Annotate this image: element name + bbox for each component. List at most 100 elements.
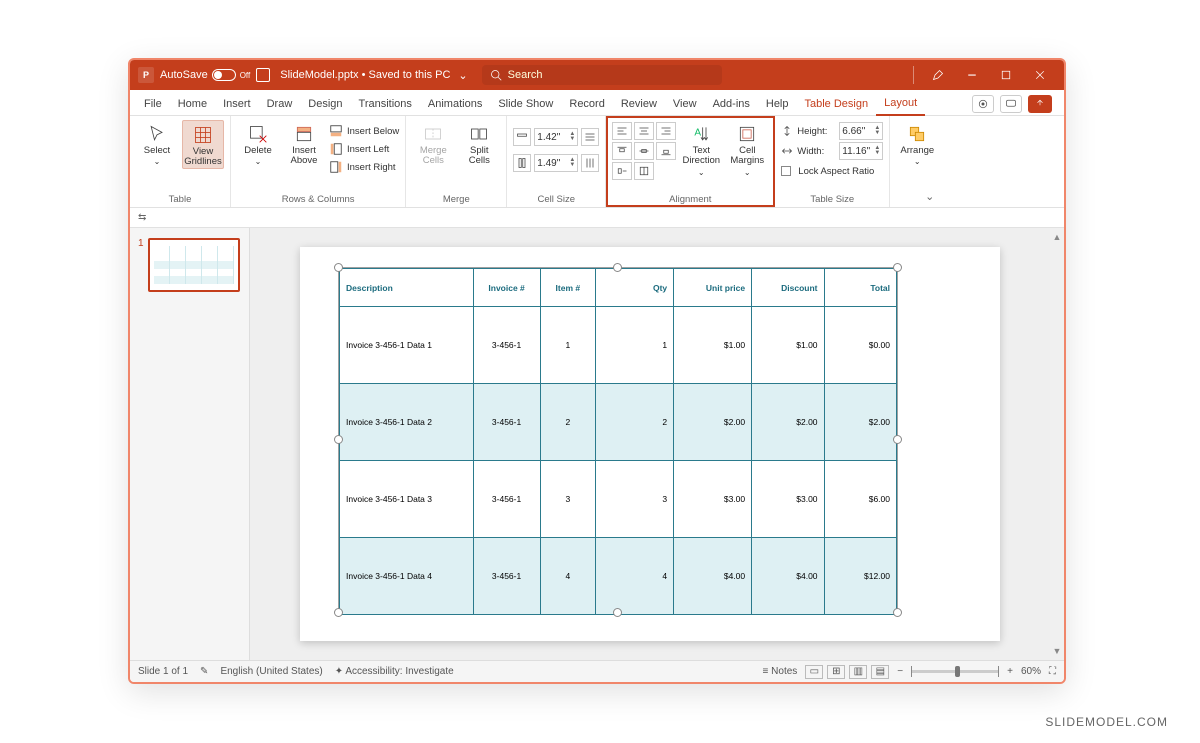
tab-review[interactable]: Review [613, 94, 665, 115]
pen-icon[interactable] [922, 60, 954, 90]
close-button[interactable] [1024, 60, 1056, 90]
save-icon[interactable] [256, 68, 270, 82]
cell-total[interactable]: $2.00 [824, 384, 896, 461]
tab-view[interactable]: View [665, 94, 705, 115]
cell-qty[interactable]: 3 [596, 461, 674, 538]
cell-inv[interactable]: 3-456-1 [473, 384, 540, 461]
vertical-scrollbar[interactable]: ▲▼ [1050, 228, 1064, 660]
align-extra2-button[interactable] [634, 162, 654, 180]
cell-inv[interactable]: 3-456-1 [473, 461, 540, 538]
tab-slideshow[interactable]: Slide Show [490, 94, 561, 115]
th-unitprice[interactable]: Unit price [674, 269, 752, 307]
zoom-level[interactable]: 60% [1021, 666, 1041, 677]
align-extra1-button[interactable] [612, 162, 632, 180]
table-row[interactable]: Invoice 3-456-1 Data 23-456-122$2.00$2.0… [340, 384, 897, 461]
col-width-input[interactable]: 1.49"▲▼ [534, 154, 578, 172]
cell-inv[interactable]: 3-456-1 [473, 538, 540, 615]
cell-price[interactable]: $1.00 [674, 307, 752, 384]
resize-handle[interactable] [613, 608, 622, 617]
table-height-input[interactable]: 6.66"▲▼ [839, 122, 883, 140]
fit-to-window-button[interactable]: ⛶ [1049, 666, 1056, 677]
reading-view-button[interactable]: ▥ [849, 665, 867, 679]
th-qty[interactable]: Qty [596, 269, 674, 307]
table-row[interactable]: Invoice 3-456-1 Data 13-456-111$1.00$1.0… [340, 307, 897, 384]
cell-item[interactable]: 3 [540, 461, 596, 538]
align-middle-button[interactable] [634, 142, 654, 160]
cell-disc[interactable]: $4.00 [752, 538, 824, 615]
align-right-button[interactable] [656, 122, 676, 140]
insert-left-button[interactable]: Insert Left [329, 140, 399, 158]
sorter-view-button[interactable]: ⊞ [827, 665, 845, 679]
cell-total[interactable]: $6.00 [824, 461, 896, 538]
camera-icon[interactable] [972, 95, 994, 113]
tab-insert[interactable]: Insert [215, 94, 259, 115]
minimize-button[interactable] [956, 60, 988, 90]
ribbon-collapse-button[interactable]: ⌄ [921, 190, 938, 205]
cell-item[interactable]: 4 [540, 538, 596, 615]
cell-total[interactable]: $12.00 [824, 538, 896, 615]
cell-item[interactable]: 2 [540, 384, 596, 461]
cell-qty[interactable]: 1 [596, 307, 674, 384]
zoom-out-button[interactable]: − [897, 666, 903, 677]
table-row[interactable]: Invoice 3-456-1 Data 33-456-133$3.00$3.0… [340, 461, 897, 538]
search-box[interactable]: Search [482, 65, 722, 85]
maximize-button[interactable] [990, 60, 1022, 90]
notes-button[interactable]: ≡ Notes [763, 666, 798, 677]
lock-aspect-checkbox[interactable]: Lock Aspect Ratio [781, 162, 883, 180]
distribute-rows-button[interactable] [581, 128, 599, 146]
resize-handle[interactable] [893, 608, 902, 617]
th-item[interactable]: Item # [540, 269, 596, 307]
split-cells-button[interactable]: Split Cells [458, 120, 500, 167]
tab-help[interactable]: Help [758, 94, 797, 115]
slide-thumbnail[interactable] [148, 238, 240, 292]
resize-handle[interactable] [334, 263, 343, 272]
tab-layout[interactable]: Layout [876, 93, 925, 116]
cell-desc[interactable]: Invoice 3-456-1 Data 2 [340, 384, 474, 461]
cell-item[interactable]: 1 [540, 307, 596, 384]
tab-addins[interactable]: Add-ins [705, 94, 758, 115]
align-center-button[interactable] [634, 122, 654, 140]
table-width-input[interactable]: 11.16"▲▼ [839, 142, 883, 160]
arrange-button[interactable]: Arrange⌄ [896, 120, 938, 167]
slide-canvas[interactable]: Description Invoice # Item # Qty Unit pr… [250, 228, 1050, 660]
autosave-toggle[interactable]: AutoSave Off [160, 69, 250, 81]
view-gridlines-button[interactable]: View Gridlines [182, 120, 224, 169]
cell-price[interactable]: $3.00 [674, 461, 752, 538]
insert-below-button[interactable]: Insert Below [329, 122, 399, 140]
merge-cells-button[interactable]: Merge Cells [412, 120, 454, 167]
resize-handle[interactable] [893, 435, 902, 444]
comments-button[interactable] [1000, 95, 1022, 113]
tab-home[interactable]: Home [170, 94, 215, 115]
cell-total[interactable]: $0.00 [824, 307, 896, 384]
align-left-button[interactable] [612, 122, 632, 140]
select-button[interactable]: Select⌄ [136, 120, 178, 167]
slide-indicator[interactable]: Slide 1 of 1 [138, 666, 188, 677]
resize-handle[interactable] [613, 263, 622, 272]
resize-handle[interactable] [893, 263, 902, 272]
align-top-button[interactable] [612, 142, 632, 160]
tab-file[interactable]: File [136, 94, 170, 115]
cell-margins-button[interactable]: Cell Margins⌄ [726, 120, 768, 178]
text-direction-button[interactable]: A Text Direction⌄ [680, 120, 722, 178]
tab-draw[interactable]: Draw [259, 94, 301, 115]
cell-disc[interactable]: $1.00 [752, 307, 824, 384]
tab-transitions[interactable]: Transitions [351, 94, 420, 115]
accessibility-indicator[interactable]: ✦ Accessibility: Investigate [335, 666, 454, 677]
cell-disc[interactable]: $3.00 [752, 461, 824, 538]
zoom-slider[interactable] [911, 670, 999, 673]
tab-animations[interactable]: Animations [420, 94, 490, 115]
chevron-down-icon[interactable]: ⌄ [458, 69, 467, 82]
qat-chevron-icon[interactable]: ⇆ [138, 212, 146, 223]
zoom-in-button[interactable]: + [1007, 666, 1013, 677]
cell-disc[interactable]: $2.00 [752, 384, 824, 461]
insert-above-button[interactable]: Insert Above [283, 120, 325, 167]
thumbnail-pane[interactable]: 1 [130, 228, 250, 660]
tab-record[interactable]: Record [561, 94, 612, 115]
tab-table-design[interactable]: Table Design [797, 94, 877, 115]
cell-desc[interactable]: Invoice 3-456-1 Data 4 [340, 538, 474, 615]
cell-inv[interactable]: 3-456-1 [473, 307, 540, 384]
distribute-cols-button[interactable] [581, 154, 599, 172]
cell-qty[interactable]: 2 [596, 384, 674, 461]
cell-price[interactable]: $2.00 [674, 384, 752, 461]
cell-qty[interactable]: 4 [596, 538, 674, 615]
